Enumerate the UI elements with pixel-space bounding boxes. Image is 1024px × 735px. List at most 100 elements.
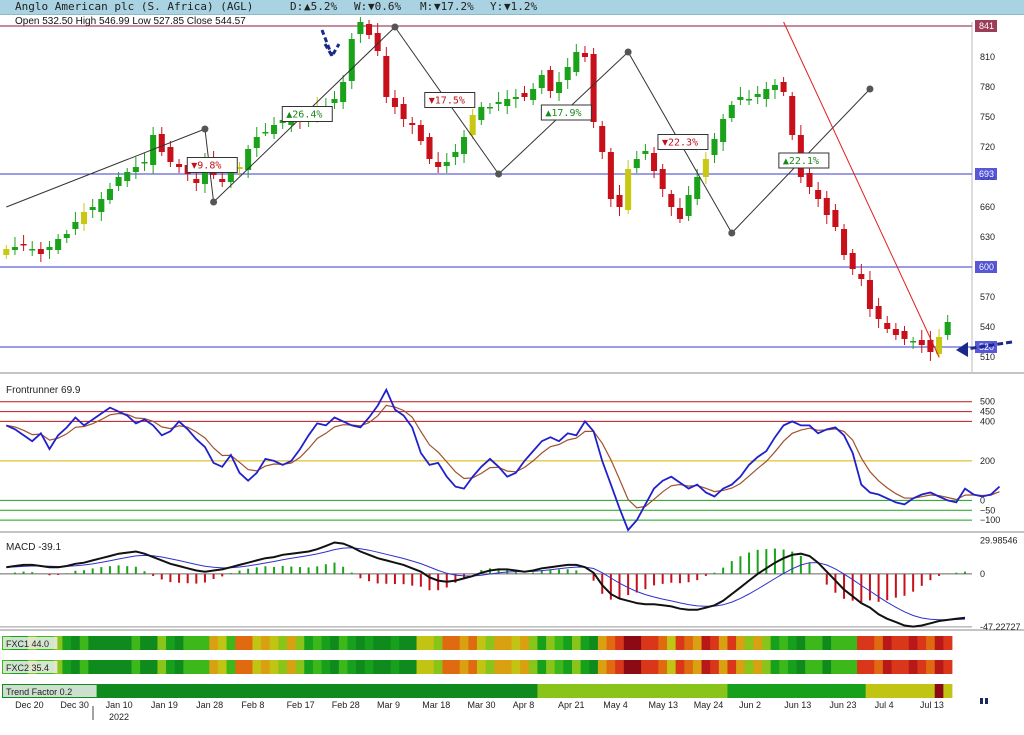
heatmap-cell (105, 636, 115, 650)
heatmap-cell (494, 636, 504, 650)
candle-body (262, 132, 269, 134)
heatmap-cell (779, 684, 789, 698)
candle-body (918, 340, 925, 345)
heatmap-cell (943, 660, 953, 674)
heatmap-cell (908, 684, 918, 698)
heatmap-cell (209, 636, 219, 650)
heatmap-cell (217, 684, 227, 698)
heatmap-cell (554, 660, 564, 674)
heatmap-cell (857, 636, 867, 650)
heatmap-cell (312, 684, 322, 698)
x-axis-label: Jul 13 (920, 700, 944, 710)
heatmap-cell (287, 660, 297, 674)
heatmap-cell (623, 684, 633, 698)
heatmap-cell (174, 660, 184, 674)
heatmap-cell (209, 660, 219, 674)
candle-body (815, 190, 822, 199)
swing-point (624, 48, 632, 56)
heatmap-cell (287, 684, 297, 698)
heatmap-cell (727, 636, 737, 650)
price-tick-label: 630 (980, 232, 995, 242)
heatmap-cell (615, 684, 625, 698)
heatmap-cell (243, 684, 253, 698)
heatmap-cell (632, 636, 642, 650)
heatmap-cell (692, 684, 702, 698)
macd-tick-label: -47.22727 (980, 622, 1021, 632)
heatmap-cell (934, 636, 944, 650)
heatmap-cell (874, 660, 884, 674)
candle-body (668, 194, 675, 207)
x-axis-label: Dec 30 (60, 700, 89, 710)
heatmap-cell (407, 684, 417, 698)
heatmap-cell (943, 636, 953, 650)
heatmap-cell (433, 636, 443, 650)
heatmap-cell (796, 660, 806, 674)
heatmap-cell (744, 636, 754, 650)
heatmap-cell (926, 684, 936, 698)
candle-body (720, 119, 727, 142)
heatmap-cell (88, 636, 98, 650)
heatmap-cell (304, 636, 314, 650)
heatmap-cell (770, 684, 780, 698)
heatmap-cell (451, 660, 461, 674)
candle-body (789, 96, 796, 135)
candle-body (884, 323, 891, 329)
heatmap-cell (140, 660, 150, 674)
macd-label: MACD -39.1 (6, 542, 61, 553)
heatmap-cell (338, 684, 348, 698)
candle-body (176, 164, 183, 167)
heatmap-cell (442, 684, 452, 698)
candle-body (780, 82, 787, 92)
heatmap-cell (606, 636, 616, 650)
heatmap-cell (485, 684, 495, 698)
candle-body (452, 152, 459, 157)
heatmap-cell (451, 636, 461, 650)
candle-body (685, 195, 692, 216)
heatmap-cell (140, 684, 150, 698)
heatmap-cell (261, 660, 271, 674)
heatmap-cell (796, 636, 806, 650)
macd-line (6, 541, 966, 628)
heatmap-cell (874, 636, 884, 650)
heatmap-cell (174, 684, 184, 698)
x-axis-label: Jun 13 (784, 700, 811, 710)
heatmap-cell (943, 684, 953, 698)
level-tag-label: 693 (979, 169, 994, 179)
candle-body (901, 331, 908, 339)
heatmap-cell (891, 636, 901, 650)
heatmap-cell (148, 660, 158, 674)
heatmap-cell (511, 636, 521, 650)
x-axis-label: Mar 30 (468, 700, 496, 710)
heatmap-cell (580, 684, 590, 698)
frontrunner-label: Frontrunner 69.9 (6, 385, 81, 396)
heatmap-cell (848, 660, 858, 674)
heatmap-cell (477, 636, 487, 650)
heatmap-label: Trend Factor 0.2 (6, 687, 72, 697)
heatmap-cell (157, 660, 167, 674)
heatmap-cell (667, 684, 677, 698)
heatmap-cell (295, 636, 305, 650)
heatmap-cell (753, 684, 763, 698)
heatmap-cell (779, 636, 789, 650)
candle-body (435, 162, 442, 167)
x-axis-label: Dec 20 (15, 700, 44, 710)
swing-label: ▼9.8% (191, 161, 221, 172)
heatmap-cell (390, 636, 400, 650)
heatmap-cell (373, 660, 383, 674)
heatmap-cell (502, 684, 512, 698)
heatmap-cell (416, 660, 426, 674)
heatmap-cell (295, 684, 305, 698)
heatmap-cell (658, 660, 668, 674)
candle-body (858, 274, 865, 279)
heatmap-cell (632, 660, 642, 674)
heatmap-cell (796, 684, 806, 698)
heatmap-cell (718, 636, 728, 650)
heatmap-cell (736, 636, 746, 650)
heatmap-cell (684, 660, 694, 674)
heatmap-cell (718, 660, 728, 674)
heatmap-cell (520, 660, 530, 674)
heatmap-cell (71, 636, 81, 650)
heatmap-cell (192, 660, 202, 674)
candle-body (124, 172, 131, 181)
x-axis-label: Feb 17 (287, 700, 315, 710)
